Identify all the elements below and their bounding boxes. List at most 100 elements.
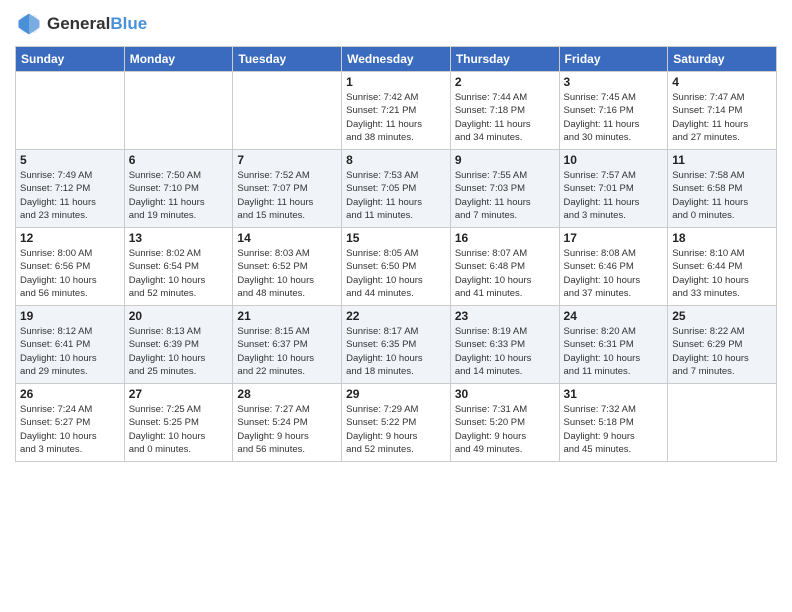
day-info: Sunrise: 8:03 AM Sunset: 6:52 PM Dayligh… <box>237 247 337 300</box>
day-info: Sunrise: 7:25 AM Sunset: 5:25 PM Dayligh… <box>129 403 229 456</box>
day-info: Sunrise: 8:00 AM Sunset: 6:56 PM Dayligh… <box>20 247 120 300</box>
day-cell-18: 18Sunrise: 8:10 AM Sunset: 6:44 PM Dayli… <box>668 228 777 306</box>
day-number: 29 <box>346 387 446 401</box>
day-cell-2: 2 Sunrise: 7:44 AM Sunset: 7:18 PM Daylig… <box>450 72 559 150</box>
week-row-4: 19 Sunrise: 8:12 AM Sunset: 6:41 PM Dayli… <box>16 306 777 384</box>
day-number: 14 <box>237 231 337 245</box>
day-number: 12 <box>20 231 120 245</box>
day-cell-12: 12 Sunrise: 8:00 AM Sunset: 6:56 PM Dayli… <box>16 228 125 306</box>
day-number: 19 <box>20 309 120 323</box>
logo-icon <box>15 10 43 38</box>
day-info: Sunrise: 8:13 AM Sunset: 6:39 PM Dayligh… <box>129 325 229 378</box>
empty-cell <box>16 72 125 150</box>
logo-text: GeneralBlue <box>47 15 147 34</box>
day-number: 4 <box>672 75 772 89</box>
day-number: 9 <box>455 153 555 167</box>
day-cell-11: 11 Sunrise: 7:58 AM Sunset: 6:58 PM Dayli… <box>668 150 777 228</box>
day-cell-19: 19 Sunrise: 8:12 AM Sunset: 6:41 PM Dayli… <box>16 306 125 384</box>
week-row-3: 12 Sunrise: 8:00 AM Sunset: 6:56 PM Dayli… <box>16 228 777 306</box>
week-row-5: 26 Sunrise: 7:24 AM Sunset: 5:27 PM Dayli… <box>16 384 777 462</box>
day-cell-1: 1 Sunrise: 7:42 AM Sunset: 7:21 PM Daylig… <box>342 72 451 150</box>
day-info: Sunrise: 8:22 AM Sunset: 6:29 PM Dayligh… <box>672 325 772 378</box>
empty-cell <box>124 72 233 150</box>
day-cell-20: 20 Sunrise: 8:13 AM Sunset: 6:39 PM Dayli… <box>124 306 233 384</box>
day-info: Sunrise: 7:29 AM Sunset: 5:22 PM Dayligh… <box>346 403 446 456</box>
day-number: 17 <box>564 231 664 245</box>
day-info: Sunrise: 7:32 AM Sunset: 5:18 PM Dayligh… <box>564 403 664 456</box>
day-number: 8 <box>346 153 446 167</box>
day-info: Sunrise: 7:53 AM Sunset: 7:05 PM Dayligh… <box>346 169 446 222</box>
day-info: Sunrise: 7:55 AM Sunset: 7:03 PM Dayligh… <box>455 169 555 222</box>
week-row-1: 1 Sunrise: 7:42 AM Sunset: 7:21 PM Daylig… <box>16 72 777 150</box>
logo: GeneralBlue <box>15 10 147 38</box>
day-number: 6 <box>129 153 229 167</box>
day-cell-6: 6 Sunrise: 7:50 AM Sunset: 7:10 PM Daylig… <box>124 150 233 228</box>
day-cell-25: 25 Sunrise: 8:22 AM Sunset: 6:29 PM Dayli… <box>668 306 777 384</box>
day-number: 27 <box>129 387 229 401</box>
day-cell-23: 23 Sunrise: 8:19 AM Sunset: 6:33 PM Dayli… <box>450 306 559 384</box>
week-row-2: 5 Sunrise: 7:49 AM Sunset: 7:12 PM Daylig… <box>16 150 777 228</box>
day-info: Sunrise: 8:10 AM Sunset: 6:44 PM Dayligh… <box>672 247 772 300</box>
day-number: 5 <box>20 153 120 167</box>
page: GeneralBlue SundayMondayTuesdayWednesday… <box>0 0 792 612</box>
day-info: Sunrise: 7:31 AM Sunset: 5:20 PM Dayligh… <box>455 403 555 456</box>
day-cell-3: 3 Sunrise: 7:45 AM Sunset: 7:16 PM Daylig… <box>559 72 668 150</box>
day-number: 11 <box>672 153 772 167</box>
day-info: Sunrise: 7:49 AM Sunset: 7:12 PM Dayligh… <box>20 169 120 222</box>
day-cell-17: 17 Sunrise: 8:08 AM Sunset: 6:46 PM Dayli… <box>559 228 668 306</box>
empty-cell <box>668 384 777 462</box>
day-info: Sunrise: 7:27 AM Sunset: 5:24 PM Dayligh… <box>237 403 337 456</box>
day-info: Sunrise: 8:05 AM Sunset: 6:50 PM Dayligh… <box>346 247 446 300</box>
weekday-header-saturday: Saturday <box>668 47 777 72</box>
day-info: Sunrise: 7:45 AM Sunset: 7:16 PM Dayligh… <box>564 91 664 144</box>
day-cell-16: 16 Sunrise: 8:07 AM Sunset: 6:48 PM Dayli… <box>450 228 559 306</box>
day-number: 7 <box>237 153 337 167</box>
day-cell-5: 5 Sunrise: 7:49 AM Sunset: 7:12 PM Daylig… <box>16 150 125 228</box>
day-info: Sunrise: 7:44 AM Sunset: 7:18 PM Dayligh… <box>455 91 555 144</box>
day-info: Sunrise: 8:02 AM Sunset: 6:54 PM Dayligh… <box>129 247 229 300</box>
day-number: 26 <box>20 387 120 401</box>
day-cell-31: 31 Sunrise: 7:32 AM Sunset: 5:18 PM Dayli… <box>559 384 668 462</box>
day-number: 16 <box>455 231 555 245</box>
weekday-header-wednesday: Wednesday <box>342 47 451 72</box>
day-number: 3 <box>564 75 664 89</box>
day-cell-28: 28Sunrise: 7:27 AM Sunset: 5:24 PM Dayli… <box>233 384 342 462</box>
day-number: 1 <box>346 75 446 89</box>
day-info: Sunrise: 8:08 AM Sunset: 6:46 PM Dayligh… <box>564 247 664 300</box>
day-number: 21 <box>237 309 337 323</box>
day-number: 24 <box>564 309 664 323</box>
day-number: 20 <box>129 309 229 323</box>
day-info: Sunrise: 7:58 AM Sunset: 6:58 PM Dayligh… <box>672 169 772 222</box>
day-number: 25 <box>672 309 772 323</box>
day-number: 31 <box>564 387 664 401</box>
day-number: 2 <box>455 75 555 89</box>
day-cell-29: 29 Sunrise: 7:29 AM Sunset: 5:22 PM Dayli… <box>342 384 451 462</box>
day-cell-7: 7Sunrise: 7:52 AM Sunset: 7:07 PM Daylig… <box>233 150 342 228</box>
weekday-header-tuesday: Tuesday <box>233 47 342 72</box>
day-info: Sunrise: 7:50 AM Sunset: 7:10 PM Dayligh… <box>129 169 229 222</box>
day-number: 10 <box>564 153 664 167</box>
empty-cell <box>233 72 342 150</box>
day-info: Sunrise: 8:19 AM Sunset: 6:33 PM Dayligh… <box>455 325 555 378</box>
day-cell-24: 24Sunrise: 8:20 AM Sunset: 6:31 PM Dayli… <box>559 306 668 384</box>
day-number: 15 <box>346 231 446 245</box>
day-cell-10: 10 Sunrise: 7:57 AM Sunset: 7:01 PM Dayli… <box>559 150 668 228</box>
day-info: Sunrise: 8:12 AM Sunset: 6:41 PM Dayligh… <box>20 325 120 378</box>
day-cell-13: 13Sunrise: 8:02 AM Sunset: 6:54 PM Dayli… <box>124 228 233 306</box>
day-info: Sunrise: 8:07 AM Sunset: 6:48 PM Dayligh… <box>455 247 555 300</box>
weekday-header-thursday: Thursday <box>450 47 559 72</box>
header: GeneralBlue <box>15 10 777 38</box>
day-info: Sunrise: 7:47 AM Sunset: 7:14 PM Dayligh… <box>672 91 772 144</box>
calendar-table: SundayMondayTuesdayWednesdayThursdayFrid… <box>15 46 777 462</box>
day-cell-22: 22Sunrise: 8:17 AM Sunset: 6:35 PM Dayli… <box>342 306 451 384</box>
day-number: 22 <box>346 309 446 323</box>
day-info: Sunrise: 8:15 AM Sunset: 6:37 PM Dayligh… <box>237 325 337 378</box>
day-info: Sunrise: 7:24 AM Sunset: 5:27 PM Dayligh… <box>20 403 120 456</box>
day-info: Sunrise: 7:57 AM Sunset: 7:01 PM Dayligh… <box>564 169 664 222</box>
day-cell-30: 30Sunrise: 7:31 AM Sunset: 5:20 PM Dayli… <box>450 384 559 462</box>
day-info: Sunrise: 7:42 AM Sunset: 7:21 PM Dayligh… <box>346 91 446 144</box>
day-cell-14: 14 Sunrise: 8:03 AM Sunset: 6:52 PM Dayli… <box>233 228 342 306</box>
day-number: 23 <box>455 309 555 323</box>
day-cell-21: 21 Sunrise: 8:15 AM Sunset: 6:37 PM Dayli… <box>233 306 342 384</box>
day-cell-9: 9 Sunrise: 7:55 AM Sunset: 7:03 PM Daylig… <box>450 150 559 228</box>
